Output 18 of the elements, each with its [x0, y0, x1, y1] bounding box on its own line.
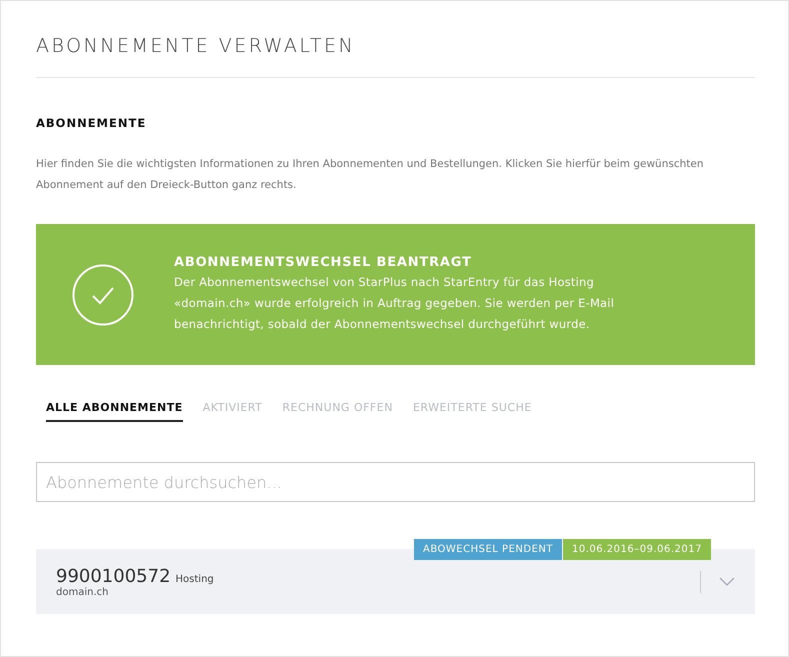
subscription-type: Hosting — [176, 574, 214, 584]
expand-button[interactable] — [719, 576, 735, 586]
section-heading: ABONNEMENTE — [36, 116, 148, 130]
description-text: Hier finden Sie die wichtigsten Informationen zu Ihren Abonnementen und Bestellungen. Klicken Sie hierfür beim gewünschten Abonnement auf den Dreieck-Button ganz rechts. — [36, 157, 704, 193]
status-badge: ABOWECHSEL PENDENT — [414, 539, 562, 560]
search-field[interactable]: Abonnemente durchsuchen... — [36, 462, 755, 502]
filter-tab[interactable]: ERWEITERTE SUCHE — [412, 401, 532, 422]
filter-tab[interactable]: RECHNUNG OFFEN — [282, 401, 393, 422]
filter-tab[interactable]: ALLE ABONNEMENTE — [46, 401, 183, 422]
filter-tab[interactable]: AKTIVIERT — [202, 401, 262, 422]
page-title: ABONNEMENTE VERWALTEN — [36, 1, 755, 78]
chevron-icon — [719, 576, 735, 586]
domain-name: domain.ch — [56, 586, 110, 598]
status-badge: 10.06.2016–09.06.2017 — [562, 539, 711, 560]
subscription-number: 9900100572 — [56, 566, 171, 586]
check-circle-icon — [72, 264, 134, 326]
banner-message: Der Abonnementswechsel von StarPlus nach StarEntry für das Hosting «domain.ch» wurde erfolgreich in Auftrag gegeben. Sie werden per E-Mail benachrichtigt, sobald der Abonnementswechsel durchgeführt wurde. — [174, 274, 616, 332]
banner-title: ABONNEMENTSWECHSEL BEANTRAGT — [174, 254, 473, 270]
